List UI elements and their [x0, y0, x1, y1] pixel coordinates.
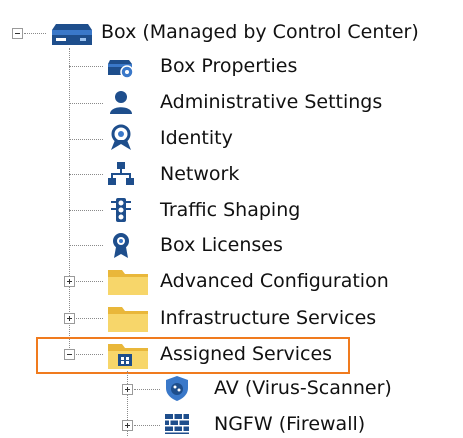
folder-icon — [106, 302, 150, 334]
tree-item-administrative-settings[interactable]: Administrative Settings — [160, 90, 382, 114]
root-collapse-toggle[interactable] — [12, 28, 23, 39]
assigned-services-collapse-toggle[interactable] — [64, 349, 75, 360]
user-admin-icon — [107, 88, 135, 116]
traffic-light-icon — [107, 196, 135, 224]
box-server-icon — [50, 18, 94, 48]
tree-item-assigned-services[interactable]: Assigned Services — [160, 342, 332, 366]
ngfw-firewall-expand-toggle[interactable] — [122, 420, 133, 431]
identity-badge-icon — [107, 124, 135, 152]
tree-item-advanced-configuration[interactable]: Advanced Configuration — [160, 269, 389, 293]
advanced-configuration-expand-toggle[interactable] — [64, 276, 75, 287]
firewall-icon — [163, 410, 191, 438]
network-icon — [107, 160, 135, 188]
box-properties-icon — [107, 52, 135, 80]
tree-item-identity[interactable]: Identity — [160, 126, 233, 150]
box-config-tree: Box (Managed by Control Center) Box Prop… — [0, 0, 463, 436]
tree-item-av-virus-scanner[interactable]: AV (Virus-Scanner) — [214, 376, 392, 400]
infrastructure-services-expand-toggle[interactable] — [64, 313, 75, 324]
tree-item-infrastructure-services[interactable]: Infrastructure Services — [160, 306, 376, 330]
tree-item-box-properties[interactable]: Box Properties — [160, 54, 297, 78]
tree-item-network[interactable]: Network — [160, 162, 239, 186]
tree-item-box-licenses[interactable]: Box Licenses — [160, 233, 283, 257]
virus-scanner-icon — [163, 374, 191, 402]
tree-item-ngfw-firewall[interactable]: NGFW (Firewall) — [214, 412, 365, 436]
tree-item-traffic-shaping[interactable]: Traffic Shaping — [160, 198, 300, 222]
license-medal-icon — [107, 231, 135, 259]
av-virus-scanner-expand-toggle[interactable] — [122, 384, 133, 395]
folder-services-icon — [106, 339, 150, 371]
folder-icon — [106, 265, 150, 297]
root-node-label[interactable]: Box (Managed by Control Center) — [101, 20, 419, 44]
